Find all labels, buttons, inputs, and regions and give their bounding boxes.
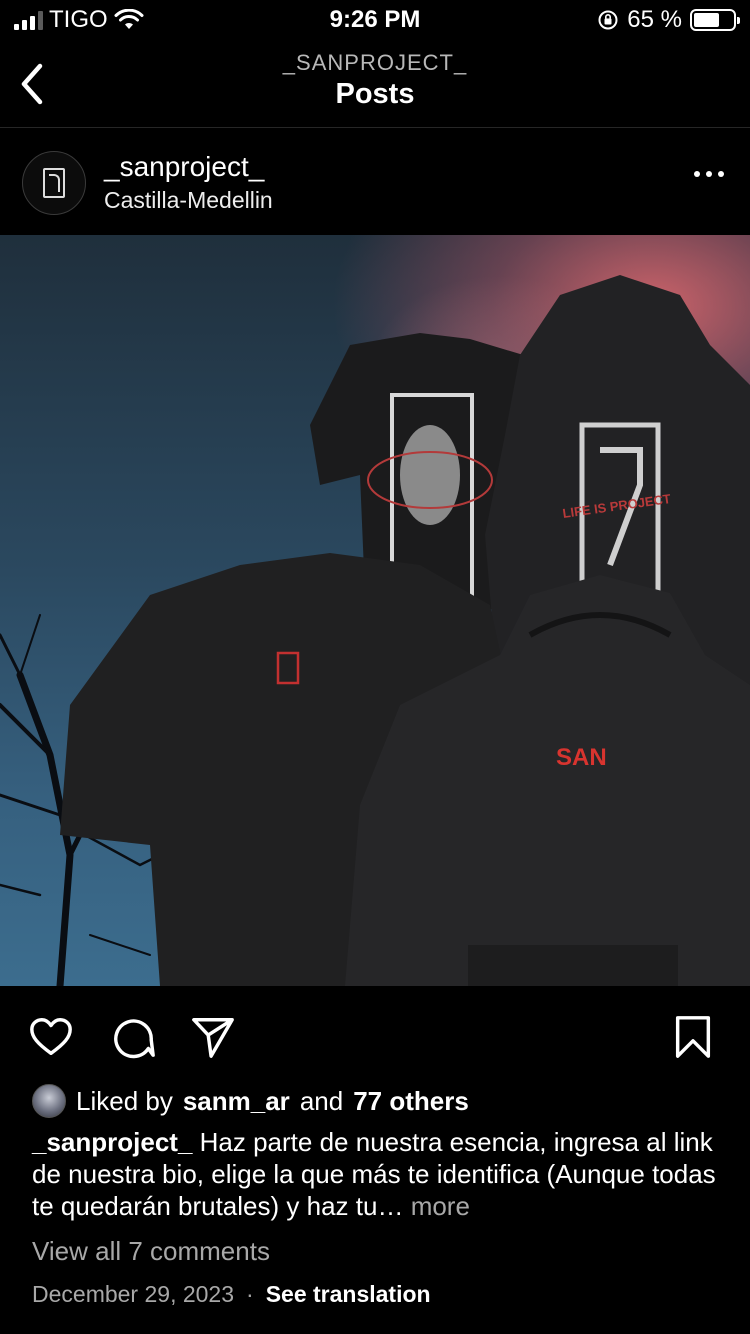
dot-icon <box>694 171 700 177</box>
more-options-button[interactable] <box>694 171 724 177</box>
likes-prefix: Liked by <box>76 1085 173 1116</box>
brand-logo-icon <box>43 168 65 198</box>
orientation-lock-icon <box>598 10 618 30</box>
page-title: Posts <box>335 78 415 110</box>
post-meta: December 29, 2023 · See translation <box>32 1281 431 1308</box>
likes-summary[interactable]: Liked by sanm_ar and 77 others <box>32 1084 469 1118</box>
status-bar: TIGO 9:26 PM 65 % <box>0 0 750 42</box>
heart-icon[interactable] <box>28 1014 74 1060</box>
caption-username[interactable]: _sanproject_ <box>32 1127 192 1157</box>
battery-fill <box>694 13 719 27</box>
post-username[interactable]: _sanproject_ <box>104 151 264 183</box>
see-translation-link[interactable]: See translation <box>266 1281 431 1308</box>
header-account-name: _SANPROJECT_ <box>282 50 468 75</box>
meta-separator: · <box>246 1281 254 1307</box>
post-date: December 29, 2023 <box>32 1281 235 1307</box>
profile-avatar[interactable] <box>22 151 86 215</box>
likes-others[interactable]: 77 others <box>353 1086 469 1117</box>
post-caption: _sanproject_ Haz parte de nuestra esenci… <box>32 1126 722 1222</box>
post-location[interactable]: Castilla-Medellin <box>104 187 273 214</box>
view-comments-link[interactable]: View all 7 comments <box>32 1236 270 1267</box>
bookmark-icon[interactable] <box>670 1014 716 1060</box>
comment-icon[interactable] <box>110 1014 156 1060</box>
dot-icon <box>718 171 724 177</box>
dot-icon <box>706 171 712 177</box>
likes-user[interactable]: sanm_ar <box>183 1086 290 1117</box>
likes-middle: and <box>299 1085 344 1116</box>
status-right: 65 % <box>597 6 740 34</box>
battery-icon <box>690 9 740 31</box>
post-image[interactable]: LIFE IS PROJECT SAN <box>0 235 750 986</box>
post-actions <box>0 986 750 1078</box>
hoodie-pocket <box>468 945 678 986</box>
nav-header: _SANPROJECT_ Posts <box>0 42 750 128</box>
hoodie-front-logo: SAN <box>556 744 607 771</box>
liker-avatar <box>32 1084 66 1118</box>
post-header: _sanproject_ Castilla-Medellin <box>0 129 750 235</box>
battery-percent: 65 % <box>627 6 682 33</box>
send-icon[interactable] <box>190 1014 236 1060</box>
caption-more-link[interactable]: more <box>411 1191 470 1221</box>
product-illustration: LIFE IS PROJECT SAN <box>0 275 750 986</box>
tshirt-print-figure <box>400 425 460 525</box>
